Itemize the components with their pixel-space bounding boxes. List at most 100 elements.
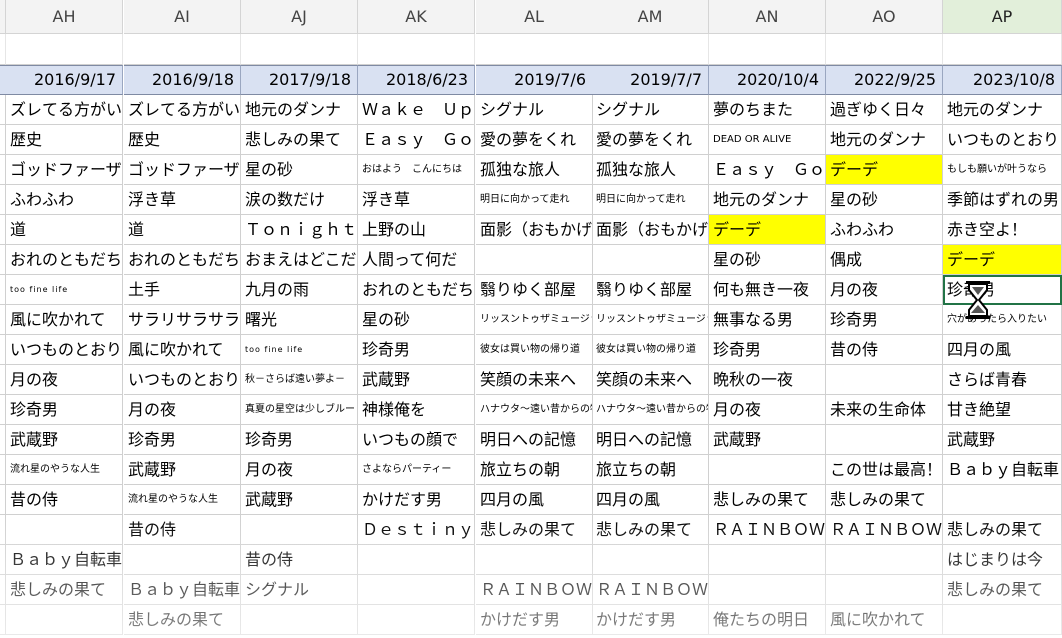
cell[interactable] [476, 545, 593, 575]
cell[interactable]: 穴があったら入りたい [943, 305, 1062, 335]
cell[interactable]: ズレてる方がいい [6, 95, 123, 125]
cell[interactable]: 孤独な旅人 [592, 155, 709, 185]
cell[interactable]: 真夏の星空は少しブルー [241, 395, 358, 425]
empty-cell[interactable] [241, 34, 358, 65]
cell[interactable] [709, 575, 826, 605]
cell[interactable]: 流れ星のやうな人生 [124, 485, 241, 515]
cell[interactable]: 歴史 [6, 125, 123, 155]
cell[interactable] [592, 545, 709, 575]
column-header-am[interactable]: AM [592, 0, 709, 34]
cell[interactable]: 無事なる男 [709, 305, 826, 335]
cell[interactable]: かけだす男 [476, 605, 593, 635]
cell[interactable]: シグナル [476, 95, 593, 125]
cell[interactable]: 季節はずれの男 [943, 185, 1062, 215]
cell[interactable]: 武蔵野 [709, 425, 826, 455]
cell[interactable]: 珍奇男 [6, 395, 123, 425]
cell[interactable]: 風に吹かれて [124, 335, 241, 365]
cell[interactable]: 四月の風 [476, 485, 593, 515]
cell[interactable]: 武蔵野 [943, 425, 1062, 455]
cell[interactable]: Ｂａｂｙ自転車 [124, 575, 241, 605]
cell[interactable]: おはよう こんにちは [358, 155, 475, 185]
cell[interactable]: 九月の雨 [241, 275, 358, 305]
cell[interactable]: DEAD OR ALIVE [709, 125, 826, 155]
cell[interactable]: ふわふわ [6, 185, 123, 215]
cell[interactable]: 悲しみの果て [6, 575, 123, 605]
cell[interactable]: 偶成 [826, 245, 943, 275]
cell[interactable]: 甘き絶望 [943, 395, 1062, 425]
empty-cell[interactable] [358, 34, 475, 65]
cell[interactable]: 悲しみの果て [124, 605, 241, 635]
cell[interactable] [124, 545, 241, 575]
date-cell[interactable]: 2017/9/18 [241, 65, 358, 95]
cell[interactable]: 翳りゆく部屋 [592, 275, 709, 305]
cell[interactable]: 悲しみの果て [943, 515, 1062, 545]
cell[interactable] [592, 245, 709, 275]
cell[interactable]: 珍奇男 [124, 425, 241, 455]
cell[interactable]: 夢のちまた [709, 95, 826, 125]
cell[interactable]: この世は最高！ [826, 455, 943, 485]
cell[interactable] [943, 485, 1062, 515]
cell[interactable] [826, 425, 943, 455]
cell[interactable]: 四月の風 [592, 485, 709, 515]
cell[interactable]: 月の夜 [826, 275, 943, 305]
cell[interactable]: ズレてる方がいい [124, 95, 241, 125]
date-cell[interactable]: 2019/7/7 [592, 65, 709, 95]
cell[interactable] [709, 545, 826, 575]
empty-cell[interactable] [476, 34, 593, 65]
cell[interactable]: かけだす男 [358, 485, 475, 515]
cell[interactable]: 悲しみの果て [476, 515, 593, 545]
cell[interactable]: ハナウタ～遠い昔からの物語～ [592, 395, 709, 425]
empty-cell[interactable] [943, 34, 1062, 65]
cell[interactable]: 愛の夢をくれ [592, 125, 709, 155]
empty-cell[interactable] [6, 34, 123, 65]
cell[interactable]: 神様俺を [358, 395, 475, 425]
cell[interactable] [826, 575, 943, 605]
date-cell[interactable]: 2020/10/4 [709, 65, 826, 95]
cell[interactable]: デーデ [943, 245, 1062, 275]
cell[interactable]: 上野の山 [358, 215, 475, 245]
cell[interactable] [476, 245, 593, 275]
cell[interactable] [241, 605, 358, 635]
cell[interactable]: 月の夜 [241, 455, 358, 485]
cell[interactable]: 土手 [124, 275, 241, 305]
cell[interactable] [6, 605, 123, 635]
cell[interactable] [358, 545, 475, 575]
cell[interactable]: 珍奇男 [709, 335, 826, 365]
date-cell[interactable]: 2022/9/25 [826, 65, 943, 95]
cell[interactable]: Ｂａｂｙ自転車 [943, 455, 1062, 485]
cell[interactable]: 風に吹かれて [826, 605, 943, 635]
cell[interactable]: ＲＡＩＮＢＯＷ [826, 515, 943, 545]
cell[interactable]: かけだす男 [592, 605, 709, 635]
cell[interactable]: 月の夜 [124, 395, 241, 425]
cell[interactable]: ゴッドファーザー [6, 155, 123, 185]
date-cell[interactable]: 2016/9/18 [124, 65, 241, 95]
cell[interactable]: ＲＡＩＮＢＯＷ [592, 575, 709, 605]
cell[interactable]: デーデ [709, 215, 826, 245]
column-header-ai[interactable]: AI [124, 0, 241, 34]
column-header-edge[interactable] [0, 0, 6, 34]
cell[interactable] [358, 575, 475, 605]
cell[interactable]: 孤独な旅人 [476, 155, 593, 185]
cell[interactable]: too fine life [6, 275, 123, 305]
cell[interactable]: 地元のダンナ [709, 185, 826, 215]
cell[interactable]: 悲しみの果て [826, 485, 943, 515]
cell[interactable]: 晩秋の一夜 [709, 365, 826, 395]
cell[interactable]: 武蔵野 [6, 425, 123, 455]
cell[interactable]: 珍奇男 [241, 425, 358, 455]
column-header-ap[interactable]: AP [943, 0, 1062, 34]
cell[interactable]: デーデ [826, 155, 943, 185]
cell[interactable]: 明日に向かって走れ [592, 185, 709, 215]
cell[interactable] [358, 605, 475, 635]
cell[interactable]: 笑顔の未来へ [476, 365, 593, 395]
cell[interactable]: 珍奇男 [358, 335, 475, 365]
column-header-ak[interactable]: AK [358, 0, 475, 34]
cell[interactable]: 明日への記憶 [476, 425, 593, 455]
empty-cell[interactable] [826, 34, 943, 65]
cell[interactable]: 明日に向かって走れ [476, 185, 593, 215]
cell[interactable]: 地元のダンナ [943, 95, 1062, 125]
cell[interactable]: 星の砂 [358, 305, 475, 335]
cell[interactable]: おまえはどこだ [241, 245, 358, 275]
empty-cell[interactable] [709, 34, 826, 65]
cell[interactable]: さらば青春 [943, 365, 1062, 395]
cell[interactable]: ゴッドファーザー [124, 155, 241, 185]
